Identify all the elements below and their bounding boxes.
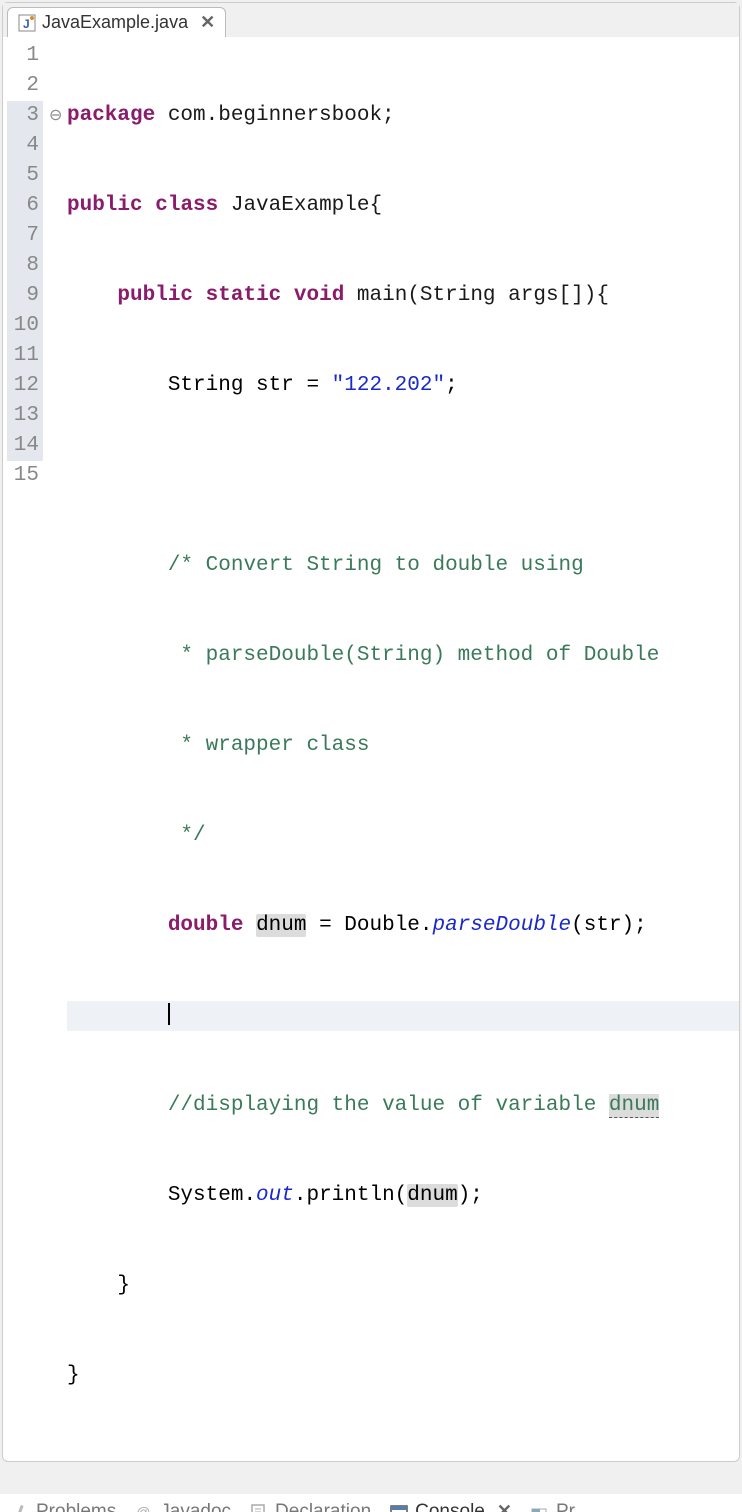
tab-javadoc[interactable]: @ Javadoc [134, 1501, 231, 1512]
code-line: double dnum = Double.parseDouble(str); [67, 911, 739, 941]
line-number: 4 [7, 131, 43, 161]
tab-label: Console [415, 1501, 485, 1512]
tab-problems[interactable]: Problems [10, 1501, 116, 1512]
line-number: 15 [7, 461, 43, 491]
problems-icon [10, 1502, 30, 1512]
editor-tab[interactable]: J JavaExample.java ✕ [7, 7, 226, 37]
code-content[interactable]: package com.beginnersbook; public class … [63, 37, 739, 1455]
javadoc-icon: @ [134, 1502, 154, 1512]
code-line: public static void main(String args[]){ [67, 281, 739, 311]
line-number: 11 [7, 341, 43, 371]
fold-toggle-icon[interactable]: ⊖ [49, 101, 63, 131]
editor-tab-bar: J JavaExample.java ✕ [3, 3, 739, 37]
line-number: 7 [7, 221, 43, 251]
tab-progress[interactable]: Pr [530, 1501, 575, 1512]
tab-console[interactable]: Console ✕ [389, 1501, 512, 1512]
tab-declaration[interactable]: Declaration [249, 1501, 371, 1512]
code-line: package com.beginnersbook; [67, 101, 739, 131]
code-editor[interactable]: 1 2 3 4 5 6 7 8 9 10 11 12 13 14 15 ⊖ pa… [3, 37, 739, 1461]
line-number: 1 [7, 41, 43, 71]
code-line: * parseDouble(String) method of Double [67, 641, 739, 671]
code-line-current [67, 1001, 739, 1031]
code-line: /* Convert String to double using [67, 551, 739, 581]
tab-label: Pr [556, 1501, 575, 1512]
text-caret [168, 1003, 170, 1025]
declaration-icon [249, 1502, 269, 1512]
code-line: } [67, 1271, 739, 1301]
code-line: } [67, 1361, 739, 1391]
code-line: * wrapper class [67, 731, 739, 761]
code-line: public class JavaExample{ [67, 191, 739, 221]
line-number: 14 [7, 431, 43, 461]
console-icon [389, 1502, 409, 1512]
close-view-icon[interactable]: ✕ [497, 1501, 512, 1512]
java-file-icon: J [18, 14, 36, 32]
line-number: 8 [7, 251, 43, 281]
editor-panel: J JavaExample.java ✕ 1 2 3 4 5 6 7 8 9 1… [2, 2, 740, 1462]
line-number: 5 [7, 161, 43, 191]
svg-text:J: J [23, 17, 30, 31]
line-number: 13 [7, 401, 43, 431]
line-number: 10 [7, 311, 43, 341]
tab-label: Declaration [275, 1501, 371, 1512]
tab-label: Javadoc [160, 1501, 231, 1512]
code-line: //displaying the value of variable dnum [67, 1091, 739, 1121]
code-line: System.out.println(dnum); [67, 1181, 739, 1211]
code-line: */ [67, 821, 739, 851]
line-number: 3 [7, 101, 43, 131]
view-tab-bar: Problems @ Javadoc Declaration Console ✕… [0, 1494, 742, 1512]
line-number-gutter: 1 2 3 4 5 6 7 8 9 10 11 12 13 14 15 [3, 37, 49, 1455]
progress-icon [530, 1502, 550, 1512]
fold-column: ⊖ [49, 37, 63, 1455]
tab-filename: JavaExample.java [42, 12, 188, 33]
tab-label: Problems [36, 1501, 116, 1512]
line-number: 9 [7, 281, 43, 311]
line-number: 12 [7, 371, 43, 401]
code-line: String str = "122.202"; [67, 371, 739, 401]
close-tab-icon[interactable]: ✕ [200, 12, 215, 33]
svg-text:@: @ [136, 1504, 150, 1512]
bottom-panel: Problems @ Javadoc Declaration Console ✕… [0, 1494, 742, 1512]
line-number: 6 [7, 191, 43, 221]
line-number: 2 [7, 71, 43, 101]
code-line [67, 461, 739, 491]
